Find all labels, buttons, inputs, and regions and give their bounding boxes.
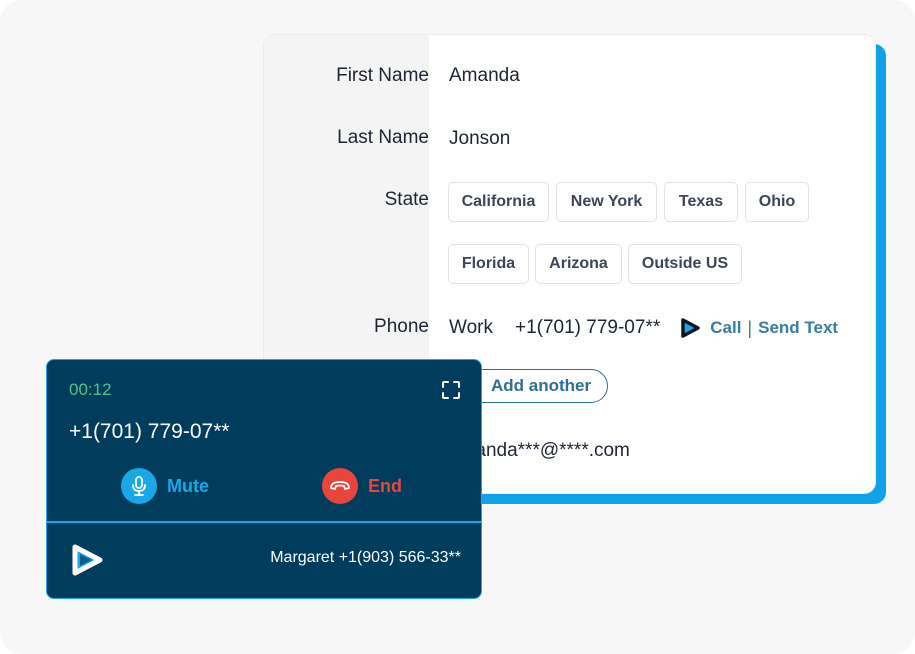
- state-chip-new-york[interactable]: New York: [556, 182, 657, 222]
- microphone-icon: [121, 468, 157, 504]
- fullscreen-icon[interactable]: [441, 380, 461, 400]
- state-chip-florida[interactable]: Florida: [448, 244, 529, 284]
- phone-number: +1(701) 779-07**: [514, 317, 661, 338]
- play-logo-icon: [681, 318, 700, 338]
- first-name-value[interactable]: Amanda: [449, 65, 520, 87]
- end-call-button[interactable]: End: [322, 468, 402, 504]
- mute-button[interactable]: Mute: [121, 468, 209, 504]
- state-chip-ohio[interactable]: Ohio: [745, 182, 809, 222]
- active-call-number: +1(701) 779-07**: [69, 420, 230, 443]
- phone-row: Work +1(701) 779-07** Call | Send Text: [449, 316, 838, 340]
- first-name-label: First Name: [336, 65, 429, 86]
- brand-play-logo-icon: [72, 544, 103, 576]
- mute-label: Mute: [167, 475, 209, 496]
- call-link[interactable]: Call: [710, 318, 741, 338]
- state-chip-california[interactable]: California: [448, 182, 549, 222]
- add-another-button[interactable]: Add another: [464, 369, 609, 403]
- phone-type: Work: [449, 317, 493, 338]
- state-chip-texas[interactable]: Texas: [664, 182, 738, 222]
- phone-label: Phone: [374, 316, 429, 337]
- last-name-value[interactable]: Jonson: [449, 128, 510, 150]
- call-timer: 00:12: [69, 380, 112, 399]
- send-text-link[interactable]: Send Text: [758, 318, 838, 338]
- caller-info: Margaret +1(903) 566-33**: [270, 549, 461, 566]
- call-widget-divider: [47, 521, 481, 523]
- link-separator: |: [747, 317, 753, 338]
- call-widget: 00:12 +1(701) 779-07** Mute End Margaret…: [46, 359, 482, 599]
- state-chip-outside-us[interactable]: Outside US: [628, 244, 742, 284]
- state-label: State: [384, 189, 429, 210]
- hang-up-icon: [322, 468, 358, 504]
- last-name-label: Last Name: [337, 127, 429, 148]
- end-label: End: [368, 475, 402, 496]
- state-chip-arizona[interactable]: Arizona: [535, 244, 622, 284]
